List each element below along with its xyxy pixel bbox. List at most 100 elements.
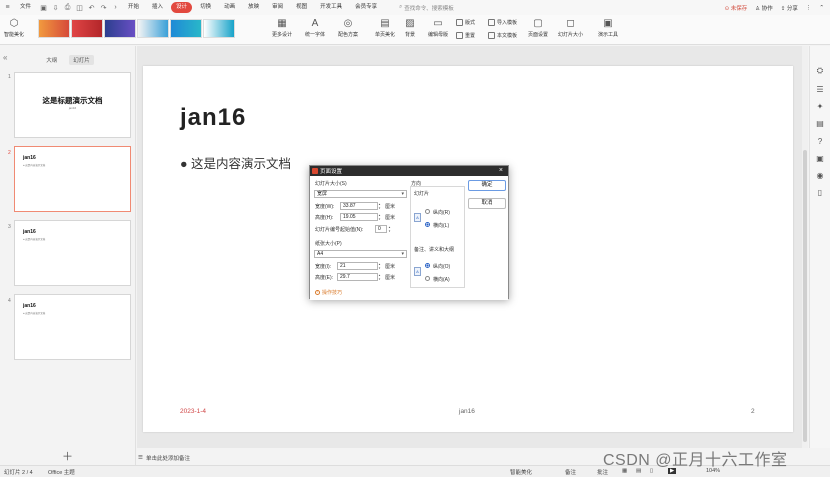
collapse-ribbon-icon[interactable]: ⌃ [819, 5, 824, 11]
more-designs-label: 更多设计 [272, 32, 293, 38]
slide-size-button[interactable]: ◻ 幻灯片大小 [558, 17, 583, 39]
vertical-scrollbar[interactable] [802, 46, 808, 448]
text-template-icon [488, 32, 495, 39]
command-search[interactable]: ⌕ 查找命令、搜索模板 [399, 4, 454, 12]
paper-height-stepper[interactable]: ▴ ▾ [377, 273, 382, 281]
save-icon[interactable]: ▣ [39, 4, 48, 12]
tab-review[interactable]: 审阅 [267, 2, 288, 13]
redo-icon[interactable]: ↷ [99, 4, 108, 12]
search-placeholder: 查找命令、搜索模板 [404, 5, 454, 12]
paper-width-stepper[interactable]: ▴ ▾ [377, 262, 382, 270]
tab-outline[interactable]: 大纲 [42, 55, 61, 65]
tab-start[interactable]: 开始 [123, 2, 144, 13]
help-icon[interactable]: ? [815, 136, 825, 146]
import-template-button[interactable]: 导入模板 [488, 19, 517, 26]
width-stepper[interactable]: ▴ ▾ [377, 202, 382, 210]
thumb-number: 3 [8, 224, 11, 230]
status-smart-beautify[interactable]: 智能美化 [510, 468, 532, 476]
slide-thumbnail-3[interactable]: jan16 ● 这是内容演示文档 [14, 220, 131, 286]
tab-view[interactable]: 视图 [291, 2, 312, 13]
share-button[interactable]: ⇪ 分享 [781, 4, 798, 12]
theme-thumbnail[interactable] [203, 19, 235, 38]
reset-button[interactable]: 重置 [456, 32, 475, 39]
location-icon[interactable]: ◉ [815, 170, 825, 180]
width-field[interactable]: 33.87 [340, 202, 378, 210]
slide-thumbnail-4[interactable]: jan16 ● 这是内容演示文档 [14, 294, 131, 360]
menu-icon[interactable]: ≡ [3, 4, 12, 11]
height-field[interactable]: 19.05 [340, 213, 378, 221]
cancel-button[interactable]: 取消 [468, 198, 506, 209]
layout-button[interactable]: 版式 [456, 19, 475, 26]
presenter-tools-button[interactable]: ▣ 演示工具 [598, 17, 618, 39]
theme-thumbnail[interactable] [170, 19, 202, 38]
notes-hint[interactable]: 单击此处添加备注 [146, 454, 190, 462]
tab-slideshow[interactable]: 放映 [243, 2, 264, 13]
slide-thumbnail-1[interactable]: 这是标题演示文档 jan16 [14, 72, 131, 138]
book-icon[interactable]: ▯ [815, 187, 825, 197]
paper-size-select[interactable]: A4 [314, 250, 407, 258]
smart-beautify-button[interactable]: ⬡ 智能美化 [4, 17, 24, 39]
scrollbar-thumb[interactable] [803, 150, 807, 442]
thumb-title: jan16 [23, 229, 36, 235]
text-template-button[interactable]: 本文模板 [488, 32, 517, 39]
more-options-icon[interactable]: ⋮ [806, 5, 812, 11]
object-format-icon[interactable]: ⛭ [815, 66, 825, 76]
edit-master-button[interactable]: ▭ 编辑母版 [428, 17, 448, 39]
search-icon: ⌕ [399, 4, 403, 10]
print-icon[interactable]: ⎙ [63, 4, 72, 12]
export-icon[interactable]: ⇩ [51, 4, 60, 12]
slide-title[interactable]: jan16 [180, 104, 246, 132]
ok-button[interactable]: 确定 [468, 180, 506, 191]
tab-insert[interactable]: 插入 [147, 2, 168, 13]
undo-icon[interactable]: ↶ [87, 4, 96, 12]
dialog-titlebar[interactable]: 页面设置 × [310, 166, 508, 176]
slide-portrait-radio[interactable] [425, 209, 430, 214]
start-number-stepper[interactable]: ▴ ▾ [387, 225, 392, 233]
background-button[interactable]: ▨ 背景 [404, 17, 416, 39]
close-icon[interactable]: × [499, 167, 503, 174]
adjust-icon[interactable]: ☰ [815, 84, 825, 94]
more-icon[interactable]: › [111, 4, 120, 11]
animation-icon[interactable]: ✦ [815, 101, 825, 111]
more-designs-button[interactable]: ▦ 更多设计 [272, 17, 293, 39]
tab-design[interactable]: 设计 [171, 2, 193, 13]
tab-member[interactable]: 会员专享 [350, 2, 382, 13]
theme-thumbnail[interactable] [71, 19, 103, 38]
thumb-number: 1 [8, 74, 11, 80]
notes-landscape-radio[interactable] [425, 276, 430, 281]
picture-icon[interactable]: ▣ [815, 153, 825, 163]
unify-font-button[interactable]: A 统一字体 [305, 17, 325, 39]
status-notes[interactable]: 备注 [565, 468, 576, 476]
slide-thumbnail-2[interactable]: jan16 ● 这是内容演示文档 [14, 146, 131, 212]
unsaved-status[interactable]: ⊙ 未保存 [725, 4, 748, 12]
single-page-beautify-button[interactable]: ▤ 单页美化 [375, 17, 395, 39]
theme-thumbnail[interactable] [38, 19, 70, 38]
tab-developer[interactable]: 开发工具 [315, 2, 347, 13]
thumb-title: jan16 [23, 303, 36, 309]
slide-body[interactable]: ● 这是内容演示文档 [180, 153, 291, 172]
preview-icon[interactable]: ◫ [75, 4, 84, 12]
start-number-field[interactable]: 0 [375, 225, 387, 233]
paper-width-field[interactable]: 21 [337, 262, 378, 270]
collab-button[interactable]: ♙ 协作 [755, 4, 772, 12]
tab-animation[interactable]: 动画 [219, 2, 240, 13]
help-link[interactable]: ! 操作技巧 [315, 289, 342, 296]
theme-gallery [38, 19, 235, 38]
presenter-icon: ▣ [603, 17, 613, 29]
page-setup-button[interactable]: ▢ 页面设置 [528, 17, 548, 39]
notes-portrait-radio[interactable] [425, 263, 430, 268]
paper-height-field[interactable]: 29.7 [337, 273, 378, 281]
file-menu[interactable]: 文件 [15, 2, 36, 13]
tab-slides[interactable]: 幻灯片 [69, 55, 94, 65]
theme-thumbnail[interactable] [104, 19, 136, 38]
color-scheme-button[interactable]: ◎ 配色方案 [338, 17, 358, 39]
menu-right: ⊙ 未保存 ♙ 协作 ⇪ 分享 ⋮ ⌃ [725, 0, 824, 15]
theme-thumbnail[interactable] [137, 19, 169, 38]
slide-landscape-radio[interactable] [425, 222, 430, 227]
height-stepper[interactable]: ▴ ▾ [377, 213, 382, 221]
add-slide-icon[interactable]: ＋ [62, 448, 73, 464]
slide-size-select[interactable]: 宽屏 [314, 190, 407, 198]
tab-transition[interactable]: 切换 [195, 2, 216, 13]
palette-icon: ◎ [343, 17, 353, 29]
slides-icon[interactable]: ▤ [815, 118, 825, 128]
